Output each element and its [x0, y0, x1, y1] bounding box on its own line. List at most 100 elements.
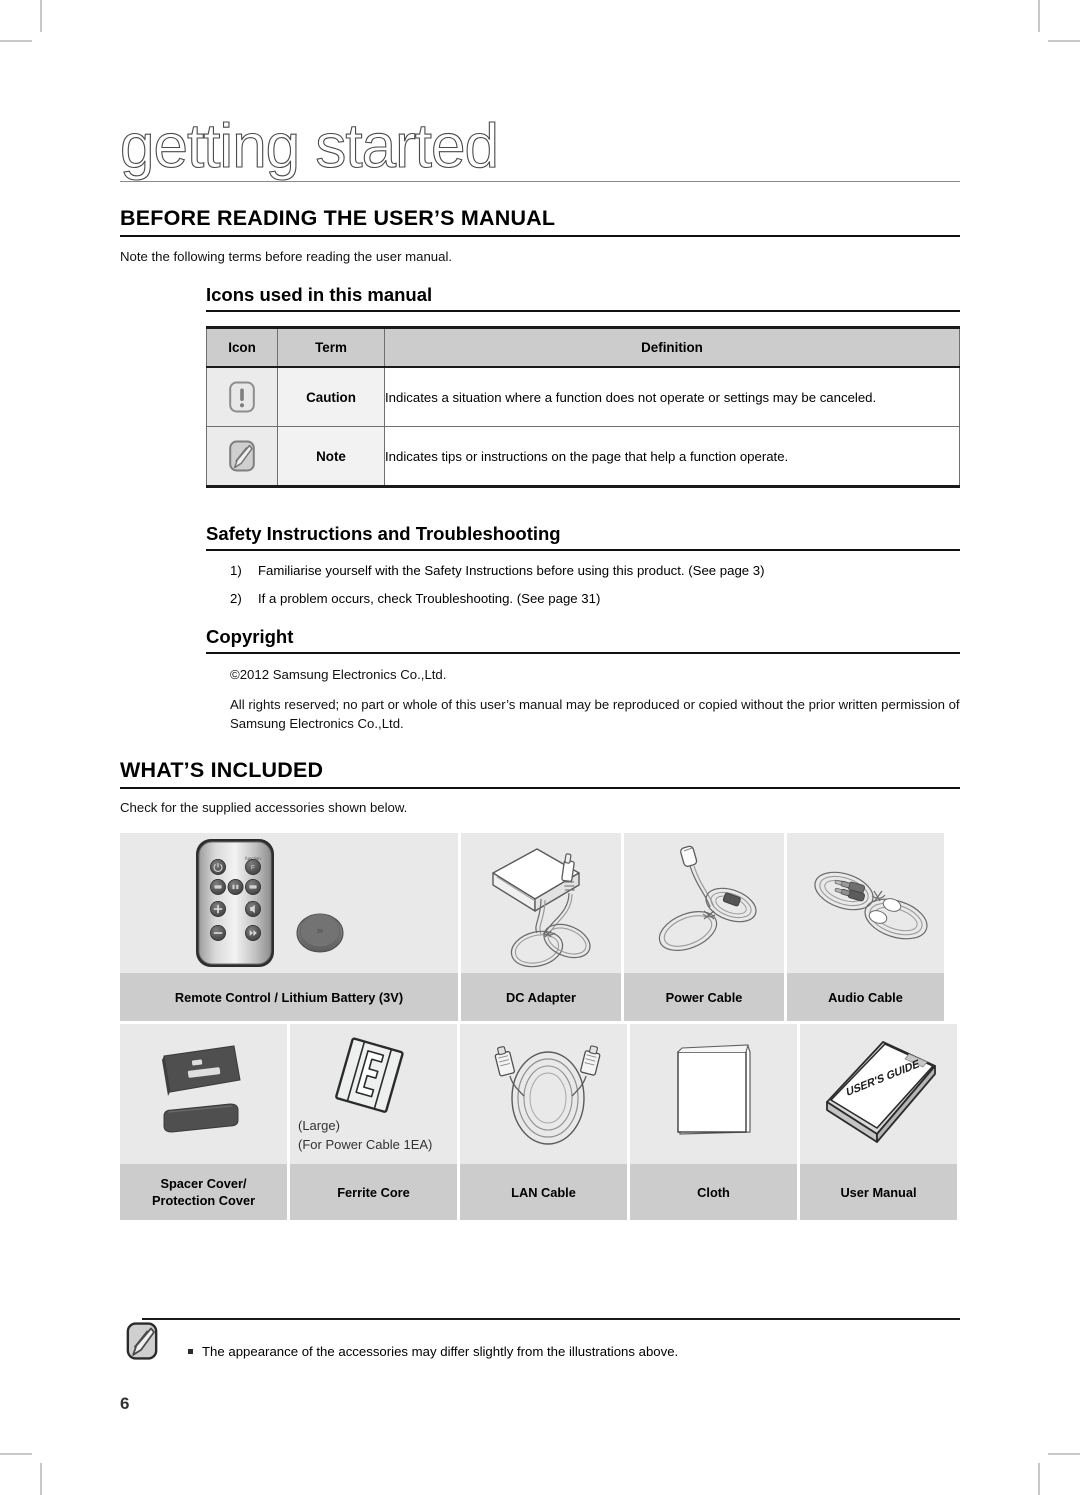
chapter-title-rule — [120, 181, 960, 182]
list-item-text: Familiarise yourself with the Safety Ins… — [258, 563, 765, 578]
term-note: Note — [277, 426, 385, 487]
manual-page: getting started BEFORE READING THE USER’… — [119, 0, 960, 1495]
list-item-marker: 1) — [230, 563, 242, 578]
footer-note-rule — [142, 1318, 960, 1320]
audio-cable-illustration — [787, 833, 944, 973]
accessory-label: Power Cable — [624, 973, 784, 1021]
subsection-heading-copyright: Copyright — [206, 626, 294, 647]
accessory-label: Spacer Cover/ Protection Cover — [120, 1164, 287, 1220]
audio-cable-svg — [813, 871, 928, 940]
caution-icon-cell — [206, 366, 278, 427]
definition-caution: Indicates a situation where a function d… — [384, 366, 960, 427]
power-cable-svg — [658, 845, 757, 951]
crop-mark-top-right-vertical — [1038, 0, 1040, 32]
section-heading-whats-included: WHAT’S INCLUDED — [120, 758, 324, 782]
remote-control-svg: function mute vol next F — [196, 839, 344, 967]
list-item: 2) If a problem occurs, check Troublesho… — [230, 589, 960, 608]
accessory-dc-adapter: DC Adapter — [461, 833, 621, 1021]
table-header-row: Icon Term Definition — [206, 327, 960, 368]
user-manual-svg: USER'S GUIDE — [825, 1041, 936, 1143]
accessory-label: Cloth — [630, 1164, 797, 1220]
crop-mark-bottom-right-horizontal — [1048, 1453, 1080, 1455]
subsection-rule-icons-used — [206, 310, 960, 312]
accessory-audio-cable: Audio Cable — [787, 833, 944, 1021]
footer-note-icon-wrap — [124, 1320, 160, 1367]
table-row: Caution Indicates a situation where a fu… — [206, 366, 960, 427]
crop-mark-bottom-left-horizontal — [0, 1453, 32, 1455]
note-pencil-icon — [229, 440, 255, 472]
subsection-heading-icons-used: Icons used in this manual — [206, 284, 433, 305]
accessory-label: DC Adapter — [461, 973, 621, 1021]
accessory-label: LAN Cable — [460, 1164, 627, 1220]
list-item-text: If a problem occurs, check Troubleshooti… — [258, 591, 601, 606]
before-reading-intro: Note the following terms before reading … — [120, 249, 453, 264]
list-item-marker: 2) — [230, 591, 242, 606]
accessory-user-manual: USER'S GUIDE User Manual — [800, 1024, 957, 1220]
section-rule-before-reading — [120, 235, 960, 237]
cloth-illustration — [630, 1024, 797, 1164]
copyright-text-block: ©2012 Samsung Electronics Co.,Ltd. All r… — [230, 665, 960, 733]
column-header-term: Term — [277, 327, 385, 368]
column-header-definition: Definition — [384, 327, 960, 368]
column-header-icon: Icon — [206, 327, 278, 368]
subsection-icons-used: Icons used in this manual — [206, 283, 960, 312]
accessory-cloth: Cloth — [630, 1024, 797, 1220]
section-heading-before-reading: BEFORE READING THE USER’S MANUAL — [120, 206, 556, 230]
subsection-safety-instructions: Safety Instructions and Troubleshooting — [206, 522, 960, 551]
dc-adapter-svg — [492, 848, 591, 968]
accessories-row-2: Spacer Cover/ Protection Cover (Large) (… — [120, 1024, 960, 1220]
copyright-paragraph: All rights reserved; no part or whole of… — [230, 697, 960, 731]
dc-adapter-illustration — [461, 833, 621, 973]
spacer-cover-svg — [161, 1045, 241, 1133]
accessory-label: Remote Control / Lithium Battery (3V) — [120, 973, 458, 1021]
accessory-lan-cable: LAN Cable — [460, 1024, 627, 1220]
table-row: Note Indicates tips or instructions on t… — [206, 426, 960, 487]
icons-legend-table: Icon Term Definition Caution Indicates a… — [206, 326, 960, 488]
list-item: 1) Familiarise yourself with the Safety … — [230, 561, 960, 580]
svg-text:F: F — [251, 865, 255, 872]
note-pencil-icon — [126, 1322, 158, 1360]
subsection-rule-safety — [206, 549, 960, 551]
term-caution: Caution — [277, 366, 385, 427]
cloth-svg — [676, 1044, 751, 1135]
crop-mark-top-left-vertical — [40, 0, 42, 32]
copyright-line: ©2012 Samsung Electronics Co.,Ltd. — [230, 667, 447, 682]
subsection-rule-copyright — [206, 652, 960, 654]
accessory-power-cable: Power Cable — [624, 833, 784, 1021]
accessory-label: User Manual — [800, 1164, 957, 1220]
user-manual-illustration: USER'S GUIDE — [800, 1024, 957, 1164]
caution-exclamation-icon — [229, 381, 255, 413]
note-icon-cell — [206, 426, 278, 487]
accessory-ferrite-core: (Large) (For Power Cable 1EA) Ferrite Co… — [290, 1024, 457, 1220]
lan-cable-illustration — [460, 1024, 627, 1164]
spacer-cover-illustration — [120, 1024, 287, 1164]
accessory-label: Audio Cable — [787, 973, 944, 1021]
lan-cable-svg — [494, 1045, 600, 1145]
remote-control-illustration: function mute vol next F — [120, 833, 458, 973]
footer-note-text: The appearance of the accessories may di… — [202, 1344, 679, 1359]
accessory-remote-control: function mute vol next F — [120, 833, 458, 1021]
definition-note: Indicates tips or instructions on the pa… — [384, 426, 960, 487]
chapter-title: getting started — [119, 111, 499, 181]
accessories-row-1: function mute vol next F — [120, 833, 960, 1021]
safety-instructions-list: 1) Familiarise yourself with the Safety … — [230, 561, 960, 617]
crop-mark-top-left-horizontal — [0, 40, 32, 42]
page-number: 6 — [120, 1394, 130, 1413]
subsection-copyright: Copyright — [206, 625, 960, 654]
crop-mark-bottom-left-vertical — [40, 1463, 42, 1495]
accessory-spacer-cover: Spacer Cover/ Protection Cover — [120, 1024, 287, 1220]
section-whats-included: WHAT’S INCLUDED — [120, 757, 960, 789]
crop-mark-bottom-right-vertical — [1038, 1463, 1040, 1495]
accessory-label: Ferrite Core — [290, 1164, 457, 1220]
section-before-reading: BEFORE READING THE USER’S MANUAL — [120, 205, 960, 237]
svg-text:3V: 3V — [317, 929, 324, 935]
crop-mark-top-right-horizontal — [1048, 40, 1080, 42]
power-cable-illustration — [624, 833, 784, 973]
accessories-grid: function mute vol next F — [120, 833, 960, 1220]
bullet-square-icon — [188, 1349, 193, 1354]
ferrite-core-illustration: (Large) (For Power Cable 1EA) — [290, 1024, 457, 1164]
subsection-heading-safety: Safety Instructions and Troubleshooting — [206, 523, 561, 544]
section-rule-whats-included — [120, 787, 960, 789]
ferrite-core-caption: (Large) (For Power Cable 1EA) — [298, 1118, 433, 1152]
footer-note-text-row: The appearance of the accessories may di… — [188, 1342, 678, 1361]
